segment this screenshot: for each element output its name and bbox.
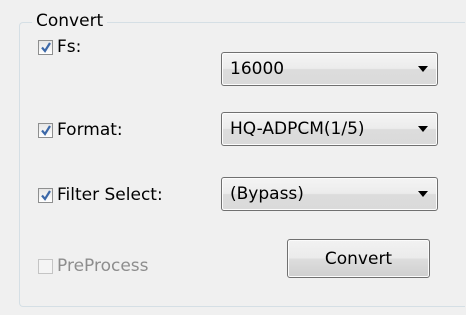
- chevron-down-icon[interactable]: [418, 191, 428, 197]
- convert-button[interactable]: Convert: [287, 239, 430, 278]
- chevron-down-icon[interactable]: [418, 126, 428, 132]
- checkmark-icon: [41, 189, 51, 201]
- format-dropdown-value: HQ-ADPCM(1/5): [230, 119, 365, 139]
- fs-dropdown-value: 16000: [230, 59, 285, 79]
- checkmark-icon: [41, 41, 51, 53]
- format-checkbox-row[interactable]: Format:: [38, 117, 123, 143]
- checkmark-icon: [41, 124, 51, 136]
- filter-label: Filter Select:: [57, 185, 163, 205]
- preprocess-checkbox-row[interactable]: PreProcess: [38, 253, 149, 279]
- preprocess-label: PreProcess: [57, 256, 149, 276]
- fs-checkbox[interactable]: [38, 39, 53, 55]
- convert-groupbox-title: Convert: [32, 9, 108, 33]
- format-dropdown[interactable]: HQ-ADPCM(1/5): [221, 112, 438, 146]
- fs-label: Fs:: [57, 37, 82, 57]
- filter-checkbox[interactable]: [38, 187, 53, 203]
- format-checkbox[interactable]: [38, 122, 53, 138]
- fs-dropdown[interactable]: 16000: [221, 52, 438, 86]
- filter-checkbox-row[interactable]: Filter Select:: [38, 182, 163, 208]
- preprocess-checkbox[interactable]: [38, 258, 53, 274]
- filter-dropdown[interactable]: (Bypass): [221, 177, 438, 211]
- chevron-down-icon[interactable]: [418, 66, 428, 72]
- format-label: Format:: [57, 120, 123, 140]
- fs-checkbox-row[interactable]: Fs:: [38, 34, 81, 60]
- filter-dropdown-value: (Bypass): [230, 184, 304, 204]
